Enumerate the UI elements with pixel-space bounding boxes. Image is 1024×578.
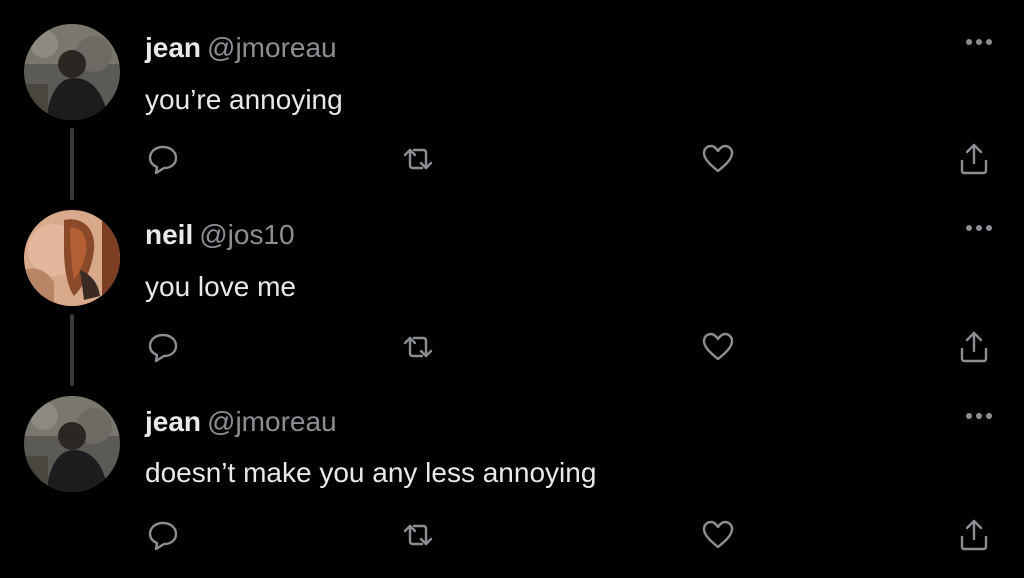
tweet[interactable]: jean @jmoreau you’re annoying bbox=[0, 0, 1024, 190]
heart-icon[interactable] bbox=[700, 141, 736, 177]
tweet-header: jean @jmoreau bbox=[145, 405, 337, 439]
share-icon[interactable] bbox=[956, 517, 992, 553]
more-icon[interactable] bbox=[962, 35, 996, 49]
tweet[interactable]: jean @jmoreau doesn’t make you any less a… bbox=[0, 380, 1024, 578]
display-name[interactable]: jean bbox=[145, 406, 201, 437]
heart-icon[interactable] bbox=[700, 517, 736, 553]
tweet-header: jean @jmoreau bbox=[145, 31, 337, 65]
tweet-text: you’re annoying bbox=[145, 84, 343, 115]
more-icon[interactable] bbox=[962, 409, 996, 423]
avatar[interactable] bbox=[24, 210, 120, 306]
display-name[interactable]: jean bbox=[145, 32, 201, 63]
reply-icon[interactable] bbox=[145, 517, 181, 553]
heart-icon[interactable] bbox=[700, 329, 736, 365]
tweet-text: you love me bbox=[145, 271, 296, 302]
retweet-icon[interactable] bbox=[400, 517, 436, 553]
tweet-text: doesn’t make you any less annoying bbox=[145, 457, 597, 488]
tweet[interactable]: neil @jos10 you love me bbox=[0, 190, 1024, 380]
share-icon[interactable] bbox=[956, 141, 992, 177]
tweet-header: neil @jos10 bbox=[145, 218, 295, 252]
reply-icon[interactable] bbox=[145, 141, 181, 177]
share-icon[interactable] bbox=[956, 329, 992, 365]
retweet-icon[interactable] bbox=[400, 329, 436, 365]
display-name[interactable]: neil bbox=[145, 219, 193, 250]
more-icon[interactable] bbox=[962, 221, 996, 235]
user-handle[interactable]: @jmoreau bbox=[207, 406, 337, 437]
retweet-icon[interactable] bbox=[400, 141, 436, 177]
avatar[interactable] bbox=[24, 24, 120, 120]
reply-icon[interactable] bbox=[145, 329, 181, 365]
user-handle[interactable]: @jos10 bbox=[199, 219, 294, 250]
avatar[interactable] bbox=[24, 396, 120, 492]
user-handle[interactable]: @jmoreau bbox=[207, 32, 337, 63]
